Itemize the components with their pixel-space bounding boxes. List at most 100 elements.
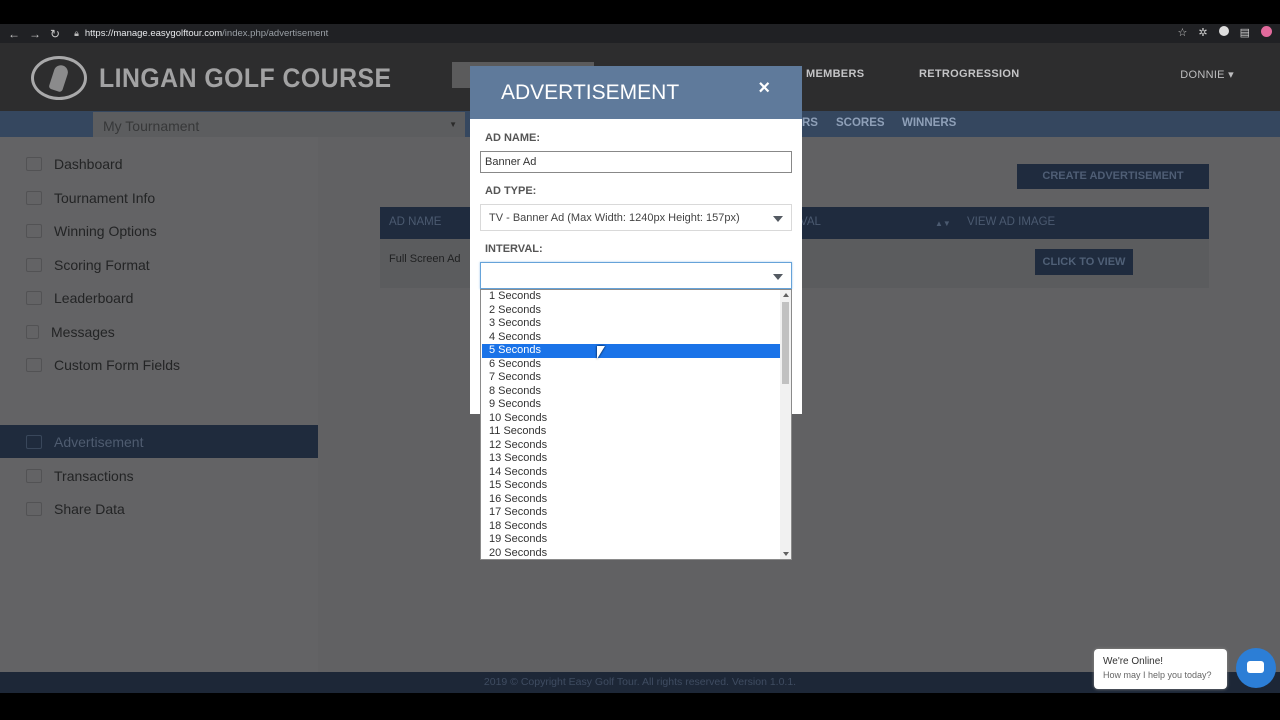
scroll-up-icon[interactable] [783,293,789,297]
profile-icon[interactable] [1261,26,1272,37]
sidebar-item-label: Custom Form Fields [54,356,181,373]
golfer-logo-icon [31,56,87,100]
modal-header: ADVERTISEMENT × [470,66,802,119]
tab-rs[interactable]: RS [802,117,818,129]
dropdown-option[interactable]: 1 Seconds [482,290,780,304]
dropdown-option[interactable]: 16 Seconds [482,493,780,507]
chat-icon [1247,661,1264,673]
cast-icon[interactable]: ▤ [1240,26,1250,39]
address-bar[interactable]: https://manage.easygolftour.com/index.ph… [85,28,328,39]
dropdown-option[interactable]: 6 Seconds [482,358,780,372]
chat-title: We're Online! [1103,656,1164,667]
close-icon[interactable]: × [758,77,770,100]
dropdown-option[interactable]: 12 Seconds [482,439,780,453]
modal-title: ADVERTISEMENT [501,81,680,104]
dashboard-icon [26,156,42,171]
dropdown-option[interactable]: 17 Seconds [482,506,780,520]
dropdown-option[interactable]: 8 Seconds [482,385,780,399]
scrollbar-thumb[interactable] [782,302,789,384]
sidebar-item-label: Winning Options [54,222,157,239]
sort-icon[interactable]: ▲▼ [935,219,951,228]
scroll-down-icon[interactable] [783,552,789,556]
interval-label: INTERVAL: [485,243,543,255]
sidebar-item-label: Scoring Format [54,256,150,273]
tournament-select[interactable]: My Tournament ▼ [93,112,465,139]
browser-toolbar: ← → ↻ 🔒︎ https://manage.easygolftour.com… [0,24,1280,43]
dropdown-option[interactable]: 11 Seconds [482,425,780,439]
dropdown-option[interactable]: 3 Seconds [482,317,780,331]
tab-winners[interactable]: WINNERS [902,117,956,129]
dropdown-option[interactable]: 9 Seconds [482,398,780,412]
url-path: /index.php/advertisement [222,28,329,39]
sidebar-item-label: Advertisement [54,433,144,450]
table-icon [26,257,42,272]
sidebar-item-messages[interactable]: Messages [0,315,318,348]
dropdown-option[interactable]: 4 Seconds [482,331,780,345]
sidebar-item-label: Transactions [54,467,134,484]
dollar-icon [26,468,42,483]
pie-icon [26,501,42,516]
interval-dropdown-list: 1 Seconds 2 Seconds 3 Seconds 4 Seconds … [480,289,792,560]
dropdown-option[interactable]: 14 Seconds [482,466,780,480]
dropdown-option[interactable]: 19 Seconds [482,533,780,547]
ad-name-input[interactable]: Banner Ad [480,151,792,173]
sidebar-item-label: Dashboard [54,155,123,172]
star-icon[interactable]: ☆ [1178,26,1188,39]
sidebar-item-tournament-info[interactable]: Tournament Info [0,181,318,214]
column-header-ad-name[interactable]: AD NAME [389,216,441,228]
sidebar: Dashboard Tournament Info Winning Option… [0,137,318,672]
interval-select[interactable] [480,262,792,289]
caret-down-icon [773,216,783,222]
tournament-select-value: My Tournament [103,118,200,134]
dropdown-option-highlighted[interactable]: 5 Seconds [482,344,780,358]
chevron-down-icon: ▼ [449,120,457,129]
sidebar-item-share-data[interactable]: Share Data [0,492,318,525]
url-host: https://manage.easygolftour.com [84,28,223,39]
column-header-view-ad-image: VIEW AD IMAGE [967,216,1056,228]
extension-circle-icon[interactable] [1218,26,1229,36]
dropdown-option[interactable]: 15 Seconds [482,479,780,493]
forward-icon[interactable]: → [29,27,41,41]
dropdown-option[interactable]: 13 Seconds [482,452,780,466]
reload-icon[interactable]: ↻ [50,27,60,41]
user-menu[interactable]: DONNIE ▾ [1180,68,1234,81]
sidebar-item-advertisement[interactable]: Advertisement [0,425,318,458]
dropdown-option[interactable]: 7 Seconds [482,371,780,385]
ad-type-value: TV - Banner Ad (Max Width: 1240px Height… [489,212,740,224]
ad-name-label: AD NAME: [485,132,540,144]
nav-members[interactable]: MEMBERS [806,68,864,80]
sidebar-item-winning-options[interactable]: Winning Options [0,214,318,247]
sidebar-item-leaderboard[interactable]: Leaderboard [0,281,318,314]
sidebar-item-dashboard[interactable]: Dashboard [0,147,318,180]
caret-down-icon [773,274,783,280]
dropdown-scrollbar[interactable] [780,290,791,559]
sidebar-item-custom-form-fields[interactable]: Custom Form Fields [0,348,318,381]
pin-icon [26,190,42,205]
column-header-interval[interactable]: VAL [800,216,821,228]
tab-scores[interactable]: SCORES [836,117,885,129]
bell-icon [26,324,39,339]
sidebar-item-label: Messages [51,323,115,340]
brand-title: LINGAN GOLF COURSE [99,63,392,93]
sidebar-item-label: Tournament Info [54,189,156,206]
sidebar-item-label: Share Data [54,500,125,517]
dropdown-option[interactable]: 10 Seconds [482,412,780,426]
click-to-view-button[interactable]: CLICK TO VIEW [1035,249,1133,275]
nav-retrogression[interactable]: RETROGRESSION [919,68,1019,80]
dropdown-option[interactable]: 2 Seconds [482,304,780,318]
mouse-cursor-icon [597,346,605,359]
chat-subtitle: How may I help you today? [1103,670,1212,680]
create-advertisement-button[interactable]: CREATE ADVERTISEMENT [1017,164,1209,189]
sidebar-item-transactions[interactable]: Transactions [0,459,318,492]
footer: 2019 © Copyright Easy Golf Tour. All rig… [0,672,1280,693]
back-icon[interactable]: ← [8,27,20,41]
sidebar-item-scoring-format[interactable]: Scoring Format [0,248,318,281]
screen: ← → ↻ 🔒︎ https://manage.easygolftour.com… [0,0,1280,720]
dropdown-option[interactable]: 18 Seconds [482,520,780,534]
extension-icon[interactable]: ✲ [1198,26,1207,39]
dropdown-option[interactable]: 20 Seconds [482,547,780,560]
chat-bubble-icon[interactable] [1236,648,1276,688]
ad-type-select[interactable]: TV - Banner Ad (Max Width: 1240px Height… [480,204,792,231]
chat-prompt[interactable]: We're Online! How may I help you today? [1094,649,1227,689]
form-icon [26,357,42,372]
